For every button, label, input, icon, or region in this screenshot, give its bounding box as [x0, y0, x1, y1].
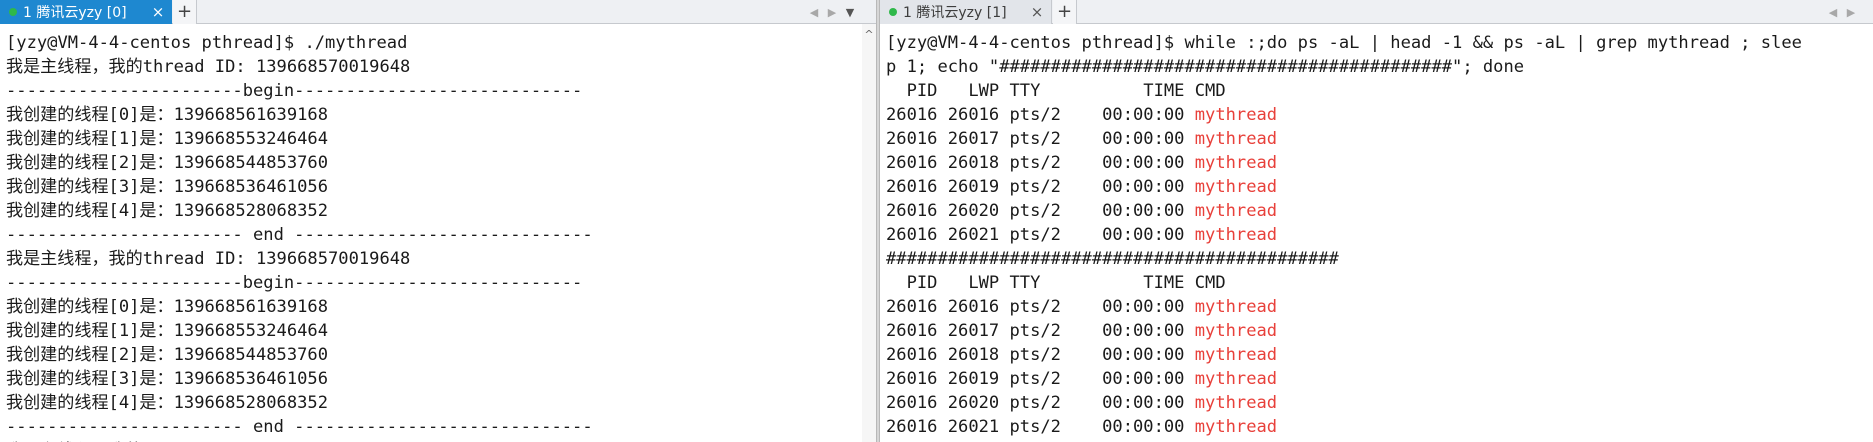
ps-row-cmd: mythread: [1194, 201, 1278, 221]
ps-row: 26016 26017 pts/2 00:00:00 mythread: [886, 127, 1873, 151]
terminal-line: 我是主线程，我的thread ID: 139668570019648: [6, 249, 411, 269]
ps-row: 26016 26019 pts/2 00:00:00 mythread: [886, 175, 1873, 199]
terminal-pane-right[interactable]: 1 腾讯云yzy [1] × + ◀ ▶ [yzy@VM-4-4-centos …: [880, 0, 1873, 442]
terminal-line: 我创建的线程[2]是：139668544853760: [6, 153, 328, 173]
ps-row-cmd: mythread: [1194, 321, 1278, 341]
terminal-line: 我创建的线程[3]是：139668536461056: [6, 369, 328, 389]
ps-row: 26016 26021 pts/2 00:00:00 mythread: [886, 415, 1873, 439]
terminal-pane-left[interactable]: 1 腾讯云yzy [0] × + ◀ ▶ ▼ [yzy@VM-4-4-cento…: [0, 0, 876, 442]
terminal-line: 我创建的线程[1]是：139668553246464: [6, 129, 328, 149]
add-tab-button[interactable]: +: [173, 0, 197, 24]
terminal-output-left[interactable]: [yzy@VM-4-4-centos pthread]$ ./mythread 我…: [0, 24, 876, 442]
scrollbar-left[interactable]: ^: [862, 24, 876, 442]
tab-prev-icon[interactable]: ◀: [1824, 6, 1842, 19]
terminal-output-right[interactable]: [yzy@VM-4-4-centos pthread]$ while :;do …: [880, 24, 1873, 442]
tab-menu-icon[interactable]: ▼: [841, 6, 859, 19]
ps-header: PID LWP TTY TIME CMD: [886, 81, 1226, 101]
terminal-line: 我创建的线程[2]是：139668544853760: [6, 345, 328, 365]
terminal-line: ----------------------- end ------------…: [6, 417, 593, 437]
tab-session-0[interactable]: 1 腾讯云yzy [0] ×: [0, 0, 172, 24]
ps-row-cmd: mythread: [1194, 153, 1278, 173]
ps-row-fields: 26016 26018 pts/2 00:00:00: [886, 153, 1195, 173]
ps-row: 26016 26019 pts/2 00:00:00 mythread: [886, 367, 1873, 391]
ps-row-fields: 26016 26016 pts/2 00:00:00: [886, 105, 1195, 125]
terminal-line: -----------------------begin------------…: [6, 273, 583, 293]
terminal-line: 我创建的线程[0]是：139668561639168: [6, 105, 328, 125]
ps-row-fields: 26016 26021 pts/2 00:00:00: [886, 417, 1195, 437]
close-tab-icon[interactable]: ×: [1029, 3, 1045, 21]
terminal-line: 我创建的线程[4]是：139668528068352: [6, 201, 328, 221]
tab-next-icon[interactable]: ▶: [823, 6, 841, 19]
ps-row: 26016 26017 pts/2 00:00:00 mythread: [886, 319, 1873, 343]
ps-row: 26016 26018 pts/2 00:00:00 mythread: [886, 343, 1873, 367]
ps-row-fields: 26016 26020 pts/2 00:00:00: [886, 201, 1195, 221]
terminal-line: 我创建的线程[0]是：139668561639168: [6, 297, 328, 317]
close-tab-icon[interactable]: ×: [150, 3, 166, 21]
tab-nav-controls: ◀ ▶ ▼: [805, 0, 859, 24]
ps-row-cmd: mythread: [1194, 297, 1278, 317]
ps-row-fields: 26016 26021 pts/2 00:00:00: [886, 225, 1195, 245]
terminal-line: ----------------------- end ------------…: [6, 225, 593, 245]
ps-row-cmd: mythread: [1194, 225, 1278, 245]
tab-bar-right: 1 腾讯云yzy [1] × + ◀ ▶: [880, 0, 1873, 24]
ps-row-cmd: mythread: [1194, 393, 1278, 413]
tab-label: 1 腾讯云yzy [1]: [903, 5, 1007, 21]
command-line: p 1; echo "#############################…: [886, 57, 1525, 77]
tab-nav-controls: ◀ ▶: [1824, 0, 1860, 24]
terminal-line: 我创建的线程[1]是：139668553246464: [6, 321, 328, 341]
tab-session-1[interactable]: 1 腾讯云yzy [1] ×: [880, 0, 1052, 24]
tab-bar-left: 1 腾讯云yzy [0] × + ◀ ▶ ▼: [0, 0, 876, 24]
terminal-line: 我是主线程，我的thread ID: 139668570019648: [6, 57, 411, 77]
ps-row-fields: 26016 26020 pts/2 00:00:00: [886, 393, 1195, 413]
ps-row-cmd: mythread: [1194, 177, 1278, 197]
tab-label: 1 腾讯云yzy [0]: [23, 5, 127, 21]
ps-row-fields: 26016 26016 pts/2 00:00:00: [886, 297, 1195, 317]
ps-row-cmd: mythread: [1194, 345, 1278, 365]
tab-next-icon[interactable]: ▶: [1842, 6, 1860, 19]
terminal-line: [yzy@VM-4-4-centos pthread]$ ./mythread: [6, 33, 408, 53]
ps-row: 26016 26016 pts/2 00:00:00 mythread: [886, 103, 1873, 127]
terminal-line: -----------------------begin------------…: [6, 81, 583, 101]
ps-row: 26016 26018 pts/2 00:00:00 mythread: [886, 151, 1873, 175]
command-line: [yzy@VM-4-4-centos pthread]$ while :;do …: [886, 33, 1802, 53]
ps-row: 26016 26016 pts/2 00:00:00 mythread: [886, 295, 1873, 319]
connection-status-icon: [9, 8, 17, 16]
ps-row: 26016 26021 pts/2 00:00:00 mythread: [886, 223, 1873, 247]
terminal-line: 我创建的线程[3]是：139668536461056: [6, 177, 328, 197]
ps-header: PID LWP TTY TIME CMD: [886, 273, 1226, 293]
add-tab-button[interactable]: +: [1053, 0, 1077, 24]
ps-row-fields: 26016 26019 pts/2 00:00:00: [886, 369, 1195, 389]
ps-row-fields: 26016 26018 pts/2 00:00:00: [886, 345, 1195, 365]
ps-row: 26016 26020 pts/2 00:00:00 mythread: [886, 391, 1873, 415]
ps-row-fields: 26016 26017 pts/2 00:00:00: [886, 321, 1195, 341]
separator-line: ########################################…: [886, 249, 1339, 269]
ps-row-fields: 26016 26019 pts/2 00:00:00: [886, 177, 1195, 197]
scroll-up-icon[interactable]: ^: [862, 28, 876, 41]
ps-row-cmd: mythread: [1194, 369, 1278, 389]
connection-status-icon: [889, 8, 897, 16]
ps-row-fields: 26016 26017 pts/2 00:00:00: [886, 129, 1195, 149]
tab-prev-icon[interactable]: ◀: [805, 6, 823, 19]
ps-row-cmd: mythread: [1194, 417, 1278, 437]
terminal-line: 我创建的线程[4]是：139668528068352: [6, 393, 328, 413]
ps-row: 26016 26020 pts/2 00:00:00 mythread: [886, 199, 1873, 223]
ps-row-cmd: mythread: [1194, 129, 1278, 149]
ps-row-cmd: mythread: [1194, 105, 1278, 125]
